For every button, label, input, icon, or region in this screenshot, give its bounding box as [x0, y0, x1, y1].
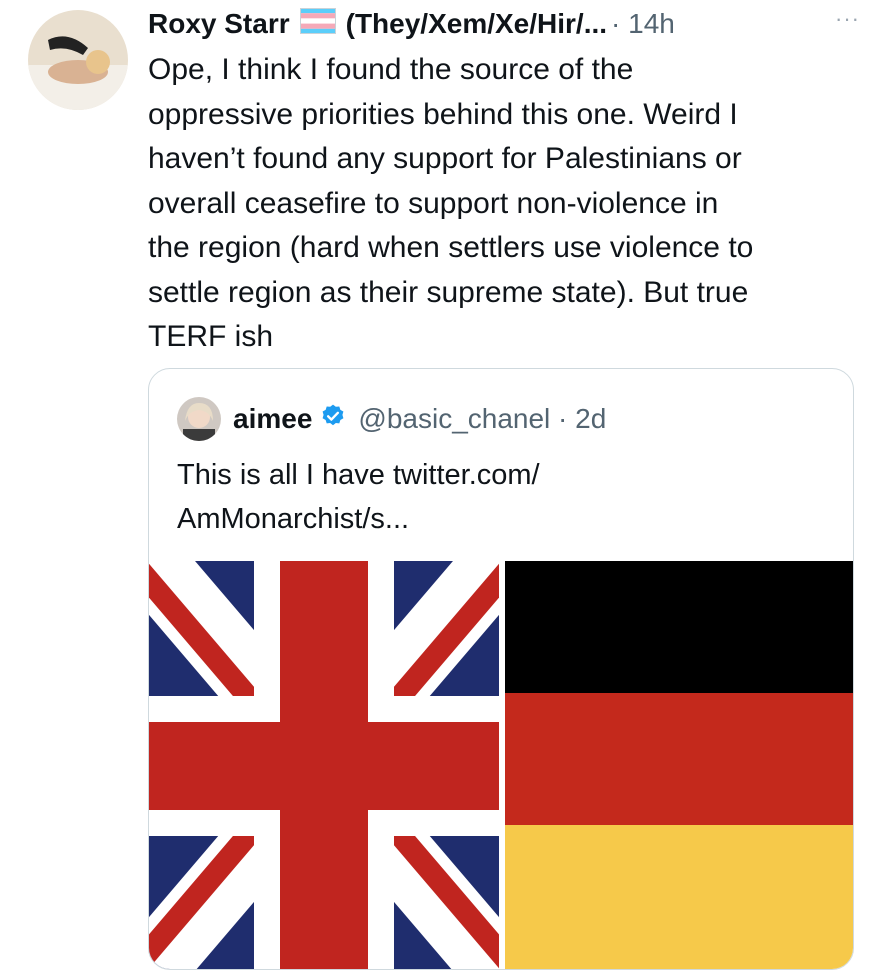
- tweet-text: Ope, I think I found the source of the o…: [148, 53, 754, 353]
- quote-author-name[interactable]: aimee: [233, 403, 312, 435]
- quote-header: aimee @basic_chanel · 2d: [177, 397, 606, 441]
- quote-media[interactable]: [149, 561, 853, 969]
- quote-handle-timestamp[interactable]: @basic_chanel · 2d: [358, 403, 606, 435]
- quote-tweet-card[interactable]: aimee @basic_chanel · 2d This is all I h…: [148, 368, 854, 970]
- author-pronouns: (They/Xem/Xe/Hir/...: [345, 8, 608, 39]
- author-name[interactable]: Roxy Starr: [148, 8, 290, 40]
- quote-text: This is all I have twitter.com/ AmMonarc…: [177, 459, 540, 535]
- germany-flag-image[interactable]: [505, 561, 853, 969]
- tweet-header: Roxy Starr (They/Xem/Xe/Hir/... · 14h: [148, 4, 860, 44]
- author-avatar[interactable]: [28, 10, 128, 110]
- trans-flag-icon: [299, 7, 336, 41]
- tweet-timestamp[interactable]: · 14h: [611, 8, 675, 40]
- union-jack-image[interactable]: [149, 561, 499, 969]
- verified-badge-icon: [320, 403, 346, 436]
- more-icon[interactable]: ···: [835, 6, 860, 32]
- quote-author-avatar[interactable]: [177, 397, 221, 441]
